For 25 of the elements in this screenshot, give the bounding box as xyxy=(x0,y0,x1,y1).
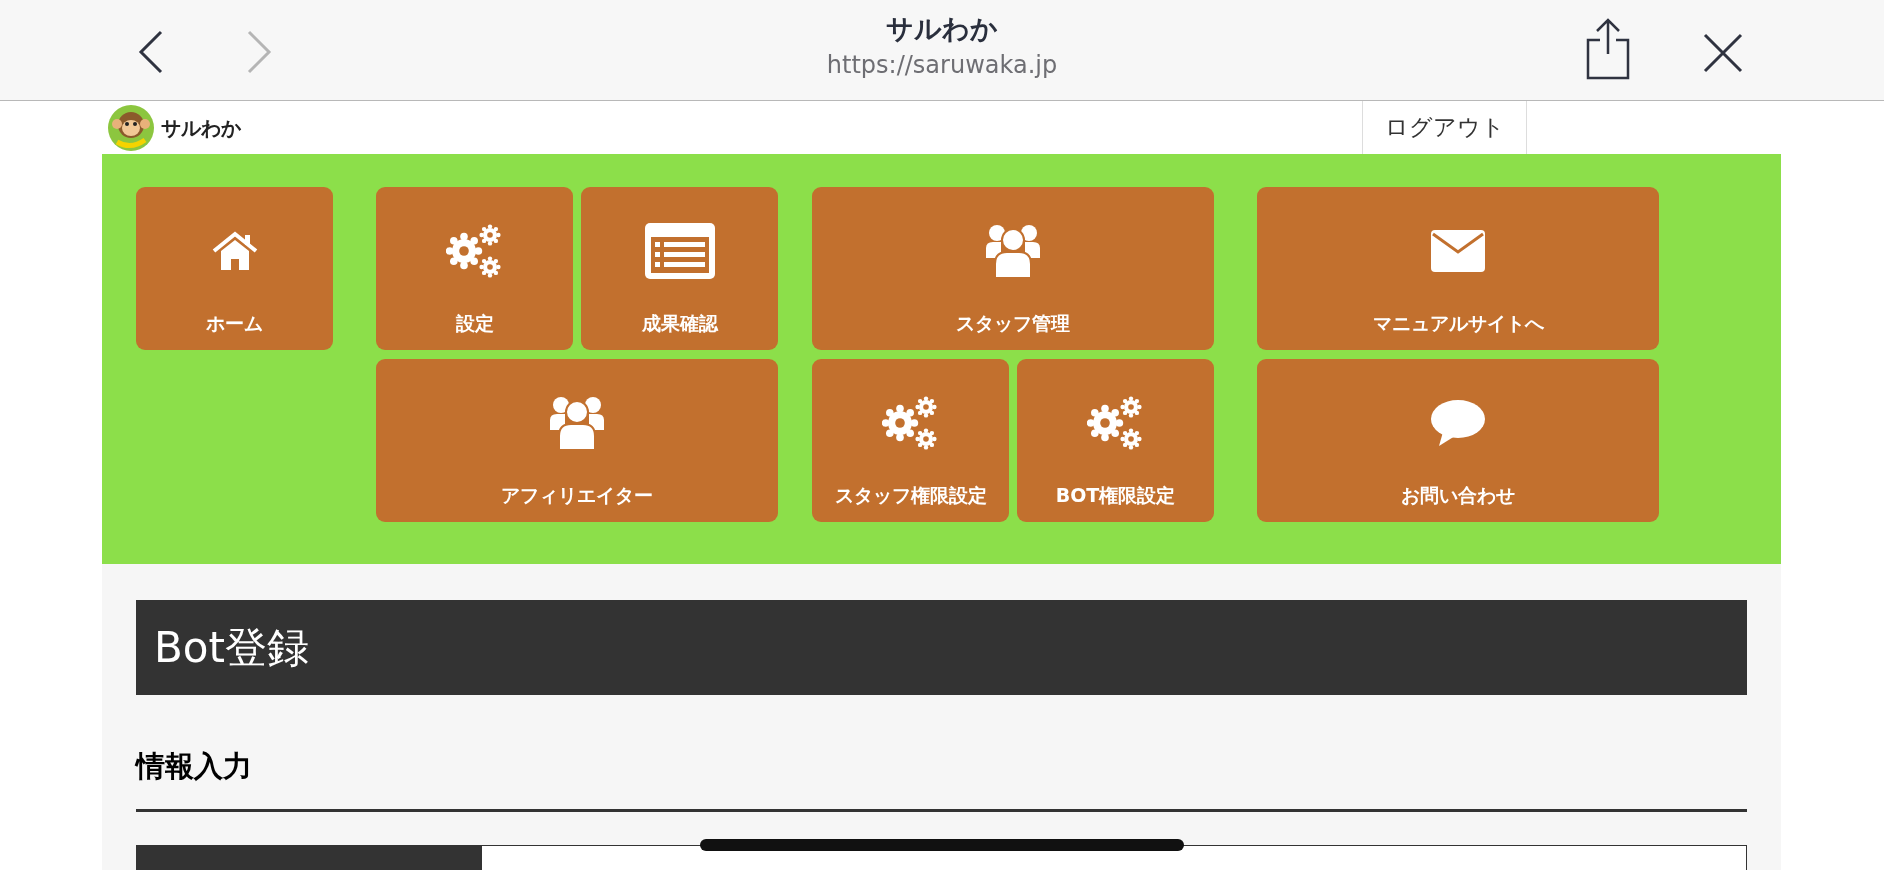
menu-tile[interactable]: お問い合わせ xyxy=(1257,359,1659,522)
menu-tile[interactable]: スタッフ権限設定 xyxy=(812,359,1009,522)
page-heading: Bot登録 xyxy=(136,600,1747,695)
logout-button[interactable]: ログアウト xyxy=(1362,101,1527,154)
page-title: サルわか xyxy=(886,12,998,46)
url-text: https://saruwaka.jp xyxy=(826,50,1058,81)
logo-text: サルわか xyxy=(161,114,241,142)
menu-tile[interactable]: BOT権限設定 xyxy=(1017,359,1214,522)
close-icon[interactable] xyxy=(1703,33,1743,73)
menu-tile[interactable]: 設定 xyxy=(376,187,573,350)
menu-tile[interactable]: 成果確認 xyxy=(581,187,778,350)
share-icon[interactable] xyxy=(1585,18,1631,80)
monkey-logo-icon xyxy=(107,103,155,152)
menu-tile[interactable]: スタッフ管理 xyxy=(812,187,1214,350)
envelope-icon xyxy=(1431,230,1485,272)
speech-bubble-icon xyxy=(1431,400,1485,446)
back-icon[interactable] xyxy=(138,30,164,74)
menu-tile[interactable]: アフィリエイター xyxy=(376,359,778,522)
house-icon xyxy=(211,231,258,271)
menu-tile[interactable]: ホーム xyxy=(136,187,333,350)
people-icon xyxy=(549,396,605,450)
menu-tile[interactable]: マニュアルサイトへ xyxy=(1257,187,1659,350)
people-icon xyxy=(985,224,1041,278)
section-heading: 情報入力 xyxy=(136,749,252,783)
list-window-icon xyxy=(644,223,715,279)
